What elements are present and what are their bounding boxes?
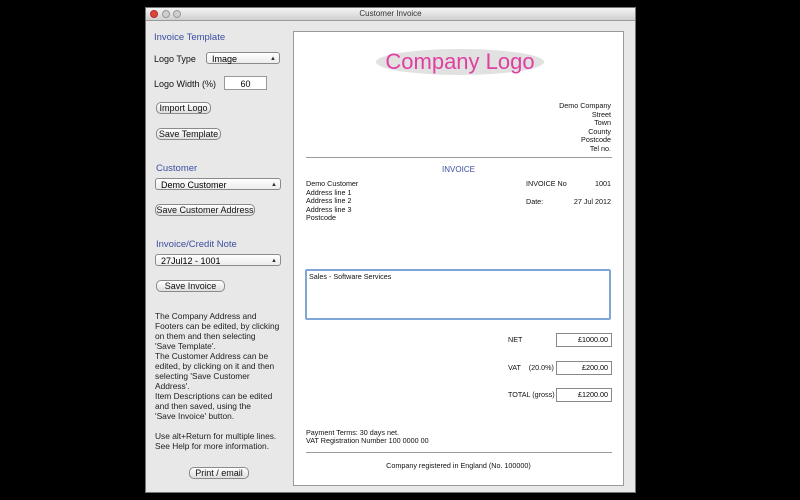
invoice-number-label: INVOICE No: [526, 179, 567, 188]
save-customer-address-button[interactable]: Save Customer Address: [155, 204, 255, 216]
net-label: NET: [508, 335, 523, 344]
invoice-heading: INVOICE: [442, 165, 475, 174]
logo-type-value: Image: [212, 54, 238, 64]
date-value: 27 Jul 2012: [573, 197, 611, 206]
vat-rate: (20.0%): [528, 363, 554, 372]
help-line: Item Descriptions can be edited: [155, 391, 273, 401]
vat-label: VAT (20.0%): [508, 363, 554, 373]
customer-select[interactable]: Demo Customer ▲: [155, 178, 281, 190]
invoice-credit-note-heading: Invoice/Credit Note: [156, 239, 237, 250]
help-line: Footers can be edited, by clicking: [155, 321, 280, 331]
help-line: Use alt+Return for multiple lines.: [155, 431, 277, 441]
logo-type-select[interactable]: Image ▲: [206, 52, 280, 64]
divider: [306, 157, 612, 158]
print-email-button[interactable]: Print / email: [189, 467, 249, 479]
vat-label-text: VAT: [508, 363, 521, 372]
invoice-select[interactable]: 27Jul12 - 1001 ▲: [155, 254, 281, 266]
invoice-number-value: 1001: [595, 179, 611, 188]
help-line: on them and then selecting: [155, 331, 256, 341]
logo-width-label: Logo Width (%): [154, 79, 217, 89]
item-description-text: Sales - Software Services: [309, 272, 392, 281]
help-line: 'Save Template'.: [155, 341, 216, 351]
help-line: selecting 'Save Customer: [155, 371, 250, 381]
zoom-window-button[interactable]: [173, 10, 181, 18]
select-arrows-icon: ▲: [271, 258, 277, 264]
logo-text: Company Logo: [385, 49, 534, 74]
item-description-field[interactable]: Sales - Software Services: [305, 269, 611, 320]
footer-text[interactable]: Company registered in England (No. 10000…: [294, 461, 623, 471]
help-line: See Help for more information.: [155, 441, 270, 451]
save-invoice-button[interactable]: Save Invoice: [156, 280, 225, 292]
select-arrows-icon: ▲: [270, 56, 276, 62]
net-amount: £1000.00: [556, 333, 612, 347]
minimize-window-button[interactable]: [162, 10, 170, 18]
window-title: Customer Invoice: [359, 9, 422, 18]
company-logo: Company Logo: [376, 49, 544, 75]
customer-heading: Customer: [156, 163, 198, 174]
help-line: The Company Address and: [155, 311, 257, 321]
help-line: 'Save Invoice' button.: [155, 411, 235, 421]
total-label: TOTAL (gross): [508, 390, 555, 399]
help-text: The Company Address and Footers can be e…: [155, 311, 290, 451]
customer-line: Postcode: [306, 213, 336, 222]
vat-registration[interactable]: VAT Registration Number 100 0000 00: [306, 436, 429, 446]
footer-divider: [306, 452, 612, 453]
vat-amount: £200.00: [556, 361, 612, 375]
logo-width-field[interactable]: 60: [224, 76, 267, 90]
logo-type-label: Logo Type: [154, 54, 196, 64]
total-amount: £1200.00: [556, 388, 612, 402]
customer-address[interactable]: Demo Customer Address line 1 Address lin…: [306, 179, 358, 223]
close-window-button[interactable]: [150, 10, 158, 18]
help-line: The Customer Address can be: [155, 351, 269, 361]
select-arrows-icon: ▲: [271, 182, 277, 188]
invoice-value: 27Jul12 - 1001: [161, 256, 221, 266]
help-line: and then saved, using the: [155, 401, 251, 411]
company-line: Tel no.: [589, 143, 611, 153]
invoice-document: Company Logo Demo Company Street Town Co…: [293, 31, 624, 486]
title-bar: Customer Invoice: [146, 8, 635, 21]
company-address[interactable]: Demo Company Street Town County Postcode…: [559, 101, 611, 153]
invoice-template-heading: Invoice Template: [154, 32, 226, 43]
save-template-button[interactable]: Save Template: [156, 128, 221, 140]
help-line: Address'.: [155, 381, 190, 391]
import-logo-button[interactable]: Import Logo: [156, 102, 211, 114]
help-line: edited, by clicking on it and then: [155, 361, 275, 371]
date-label: Date:: [526, 197, 544, 206]
invoice-window: Customer Invoice Invoice Template Logo T…: [145, 7, 636, 493]
customer-value: Demo Customer: [161, 180, 227, 190]
